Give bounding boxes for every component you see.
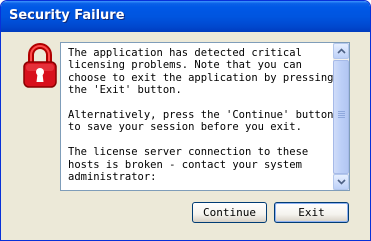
title-bar[interactable]: Security Failure — [1, 1, 370, 32]
chevron-up-icon — [337, 48, 346, 54]
scroll-thumb[interactable] — [333, 60, 349, 174]
message-textbox[interactable]: The application has detected critical li… — [60, 42, 350, 191]
message-text: The application has detected critical li… — [68, 47, 334, 196]
message-paragraph: Alternatively, press the 'Continue' butt… — [68, 109, 334, 134]
dialog-body: The application has detected critical li… — [4, 32, 367, 237]
padlock-icon — [22, 43, 58, 89]
grip-icon — [338, 111, 345, 120]
chevron-down-icon — [337, 179, 346, 185]
message-paragraph: The license server connection to these h… — [68, 146, 309, 184]
scroll-down-button[interactable] — [333, 174, 349, 190]
continue-button[interactable]: Continue — [192, 202, 267, 223]
window-title: Security Failure — [9, 8, 125, 23]
exit-button[interactable]: Exit — [274, 202, 349, 223]
dialog-window: Security Failure The application has det… — [0, 0, 371, 241]
vertical-scrollbar[interactable] — [333, 43, 349, 190]
scroll-up-button[interactable] — [333, 43, 349, 59]
message-paragraph: The application has detected critical li… — [68, 47, 334, 97]
